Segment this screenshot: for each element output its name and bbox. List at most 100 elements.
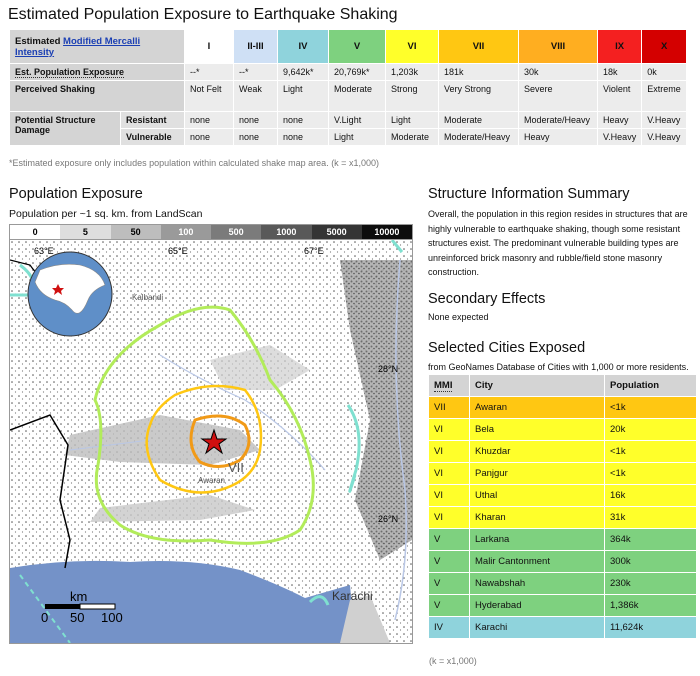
mmi-corner-label: Estimated Modified Mercalli Intensity	[10, 30, 184, 63]
resistant-cell: Heavy	[598, 112, 642, 128]
vulnerable-cell: V.Heavy	[598, 129, 642, 145]
table-row: VI Kharan 31k	[429, 507, 696, 528]
city-pop: 16k	[605, 485, 696, 506]
lon-label: 63°E	[34, 246, 54, 256]
exposure-footnote: *Estimated exposure only includes popula…	[9, 158, 379, 168]
shaking-cell: Weak	[234, 81, 277, 111]
resistant-cell: V.Light	[329, 112, 385, 128]
exposure-cell: 18k	[598, 64, 642, 80]
vulnerable-cell: none	[278, 129, 328, 145]
legend-bin: 500	[211, 225, 262, 239]
shaking-cell: Not Felt	[185, 81, 233, 111]
shaking-cell: Strong	[386, 81, 438, 111]
city-name: Kharan	[470, 507, 604, 528]
vulnerable-cell: Moderate	[386, 129, 438, 145]
city-pop: 20k	[605, 419, 696, 440]
mmi-col-header: IX	[598, 30, 642, 63]
cities-header-row: MMI City Population	[429, 375, 696, 396]
lon-label: 67°E	[304, 246, 324, 256]
legend-bin: 5	[60, 225, 111, 239]
legend-bin: 50	[110, 225, 161, 239]
table-row: IV Karachi 11,624k	[429, 617, 696, 638]
vulnerable-cell: V.Heavy	[642, 129, 687, 145]
shaking-label: Perceived Shaking	[10, 81, 184, 111]
city-mmi: VI	[429, 441, 469, 462]
vulnerable-cell: Light	[329, 129, 385, 145]
city-label: Awaran	[198, 476, 225, 485]
mmi-header-row: Estimated Modified Mercalli Intensity I …	[10, 30, 687, 63]
mmi-exposure-table: Estimated Modified Mercalli Intensity I …	[9, 29, 688, 146]
shaking-cell: Light	[278, 81, 328, 111]
structure-text: Overall, the population in this region r…	[428, 209, 688, 277]
structure-heading: Structure Information Summary	[428, 186, 630, 202]
table-row: V Malir Cantonment 300k	[429, 551, 696, 572]
exposure-cell: 30k	[519, 64, 597, 80]
secondary-heading: Secondary Effects	[428, 291, 546, 307]
population-legend: 0 5 50 100 500 1000 5000 10000	[9, 224, 413, 240]
city-name: Panjgur	[470, 463, 604, 484]
exposure-row: Est. Population Exposure --* --* 9,642k*…	[10, 64, 687, 80]
col-mmi: MMI	[429, 375, 469, 396]
exposure-cell: 0k	[642, 64, 687, 80]
city-name: Awaran	[470, 397, 604, 418]
city-mmi: VI	[429, 507, 469, 528]
resistant-cell: none	[185, 112, 233, 128]
col-city: City	[470, 375, 604, 396]
shaking-cell: Violent	[598, 81, 642, 111]
city-name: Hyderabad	[470, 595, 604, 616]
table-row: VI Uthal 16k	[429, 485, 696, 506]
shaking-row: Perceived Shaking Not Felt Weak Light Mo…	[10, 81, 687, 111]
mmi-col-header: IV	[278, 30, 328, 63]
city-pop: <1k	[605, 463, 696, 484]
scale-tick: 100	[101, 610, 123, 625]
population-map[interactable]: 63°E 65°E 67°E 28°N 26°N VII Kalbandi Aw…	[9, 239, 413, 644]
legend-bin: 5000	[311, 225, 362, 239]
city-pop: 364k	[605, 529, 696, 550]
city-mmi: VII	[429, 397, 469, 418]
table-row: V Larkana 364k	[429, 529, 696, 550]
secondary-text: None expected	[428, 312, 489, 322]
city-name: Larkana	[470, 529, 604, 550]
resistant-label: Resistant	[121, 112, 184, 128]
resistant-cell: none	[278, 112, 328, 128]
city-pop: 11,624k	[605, 617, 696, 638]
intensity-label: VII	[228, 460, 244, 475]
city-name: Bela	[470, 419, 604, 440]
exposure-cell: 1,203k	[386, 64, 438, 80]
mmi-col-header: II-III	[234, 30, 277, 63]
exposure-cell: 20,769k*	[329, 64, 385, 80]
city-pop: 230k	[605, 573, 696, 594]
exposure-label: Est. Population Exposure	[10, 64, 184, 80]
shaking-cell: Extreme	[642, 81, 687, 111]
shaking-cell: Moderate	[329, 81, 385, 111]
mmi-col-header: VIII	[519, 30, 597, 63]
table-row: VII Awaran <1k	[429, 397, 696, 418]
table-row: VI Panjgur <1k	[429, 463, 696, 484]
cities-footnote: (k = x1,000)	[429, 656, 477, 666]
city-name: Nawabshah	[470, 573, 604, 594]
table-row: V Hyderabad 1,386k	[429, 595, 696, 616]
city-pop: 31k	[605, 507, 696, 528]
lat-label: 26°N	[378, 514, 398, 524]
shaking-cell: Very Strong	[439, 81, 518, 111]
page-title: Estimated Population Exposure to Earthqu…	[8, 6, 398, 23]
city-mmi: VI	[429, 463, 469, 484]
damage-label: Potential Structure Damage	[10, 112, 120, 145]
exposure-cell: 181k	[439, 64, 518, 80]
city-mmi: V	[429, 551, 469, 572]
city-name: Malir Cantonment	[470, 551, 604, 572]
city-pop: <1k	[605, 441, 696, 462]
lat-label: 28°N	[378, 364, 398, 374]
cities-heading: Selected Cities Exposed	[428, 340, 586, 356]
vulnerable-cell: none	[234, 129, 277, 145]
vulnerable-cell: Moderate/Heavy	[439, 129, 518, 145]
legend-bin: 1000	[261, 225, 312, 239]
exposure-cell: --*	[234, 64, 277, 80]
resistant-cell: none	[234, 112, 277, 128]
city-pop: <1k	[605, 397, 696, 418]
city-pop: 1,386k	[605, 595, 696, 616]
resistant-cell: V.Heavy	[642, 112, 687, 128]
city-mmi: V	[429, 573, 469, 594]
map-svg: 63°E 65°E 67°E 28°N 26°N VII Kalbandi Aw…	[10, 240, 412, 643]
cities-source: from GeoNames Database of Cities with 1,…	[428, 362, 689, 372]
